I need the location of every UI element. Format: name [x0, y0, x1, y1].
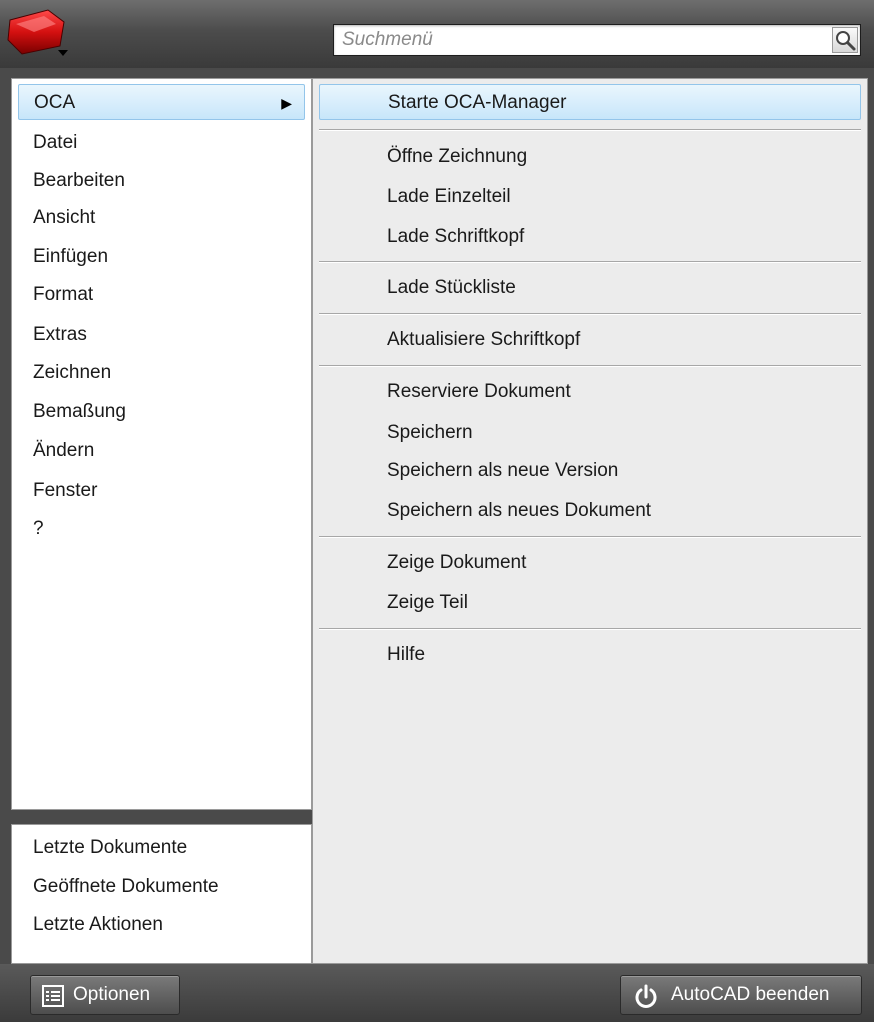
search-field: [333, 24, 861, 56]
menu-item-extras[interactable]: Extras: [18, 317, 305, 353]
autocad-app-icon: [7, 9, 68, 56]
menu-item-label: Letzte Aktionen: [33, 914, 163, 935]
submenu-item-label: Speichern als neues Dokument: [387, 500, 652, 521]
submenu-item-update-titleblock[interactable]: Aktualisiere Schriftkopf: [319, 322, 861, 358]
menu-item-label: OCA: [34, 92, 76, 113]
options-list-icon: [41, 984, 65, 1022]
main-menu-panel: OCA ▶ Datei Bearbeiten Ansicht Einfügen …: [11, 78, 312, 810]
submenu-item-label: Starte OCA-Manager: [388, 92, 567, 113]
submenu-item-load-part[interactable]: Lade Einzelteil: [319, 179, 861, 215]
menu-separator: [319, 536, 861, 538]
menu-item-bearbeiten[interactable]: Bearbeiten: [18, 163, 305, 199]
application-menu: OCA ▶ Datei Bearbeiten Ansicht Einfügen …: [0, 0, 874, 1022]
app-menu-button[interactable]: [4, 6, 74, 58]
menu-header: [0, 0, 874, 68]
menu-item-label: Bemaßung: [33, 401, 126, 422]
menu-separator: [319, 313, 861, 315]
submenu-item-label: Lade Stückliste: [387, 277, 516, 298]
oca-submenu-panel: Starte OCA-Manager Öffne Zeichnung Lade …: [312, 78, 868, 964]
menu-item-help[interactable]: ?: [18, 511, 305, 547]
menu-item-label: Zeichnen: [33, 362, 112, 383]
options-button-label: Optionen: [73, 984, 151, 1005]
menu-item-label: Extras: [33, 324, 87, 345]
menu-separator: [319, 628, 861, 630]
submenu-item-label: Öffne Zeichnung: [387, 146, 528, 167]
menu-item-einfuegen[interactable]: Einfügen: [18, 239, 305, 275]
submenu-item-open-drawing[interactable]: Öffne Zeichnung: [319, 139, 861, 175]
menu-item-label: Letzte Dokumente: [33, 837, 188, 858]
submenu-item-label: Speichern: [387, 422, 473, 443]
menu-separator: [319, 129, 861, 131]
menu-item-ansicht[interactable]: Ansicht: [18, 200, 305, 236]
submenu-item-help[interactable]: Hilfe: [319, 637, 861, 673]
menu-footer: Optionen AutoCAD beenden: [0, 964, 874, 1022]
submenu-item-save-new-document[interactable]: Speichern als neues Dokument: [319, 493, 861, 529]
menu-item-label: Bearbeiten: [33, 170, 125, 191]
magnifier-icon: [836, 31, 856, 51]
exit-autocad-button[interactable]: AutoCAD beenden: [620, 975, 862, 1015]
submenu-arrow-icon: ▶: [281, 95, 292, 111]
menu-item-label: Ändern: [33, 440, 95, 461]
menu-item-oca[interactable]: OCA ▶: [18, 84, 305, 120]
menu-item-fenster[interactable]: Fenster: [18, 473, 305, 509]
recent-menu-panel: Letzte Dokumente Geöffnete Dokumente Let…: [11, 824, 312, 964]
menu-item-recent-documents[interactable]: Letzte Dokumente: [18, 830, 305, 866]
menu-item-label: Geöffnete Dokumente: [33, 876, 219, 897]
menu-separator: [319, 261, 861, 263]
submenu-item-label: Reserviere Dokument: [387, 381, 571, 402]
submenu-item-load-bom[interactable]: Lade Stückliste: [319, 270, 861, 306]
submenu-item-label: Lade Schriftkopf: [387, 226, 525, 247]
menu-item-label: ?: [33, 518, 44, 539]
submenu-item-label: Zeige Dokument: [387, 552, 527, 573]
search-input[interactable]: [334, 25, 824, 55]
menu-item-label: Fenster: [33, 480, 98, 501]
submenu-item-label: Aktualisiere Schriftkopf: [387, 329, 581, 350]
submenu-item-label: Hilfe: [387, 644, 426, 665]
menu-item-aendern[interactable]: Ändern: [18, 433, 305, 469]
menu-item-label: Datei: [33, 132, 78, 153]
menu-separator: [319, 365, 861, 367]
submenu-item-reserve-document[interactable]: Reserviere Dokument: [319, 374, 861, 410]
menu-item-label: Einfügen: [33, 246, 109, 267]
menu-item-label: Format: [33, 284, 94, 305]
submenu-item-save[interactable]: Speichern: [319, 415, 861, 451]
submenu-item-save-new-version[interactable]: Speichern als neue Version: [319, 453, 861, 489]
menu-item-open-documents[interactable]: Geöffnete Dokumente: [18, 869, 305, 905]
menu-item-format[interactable]: Format: [18, 277, 305, 313]
power-icon: [633, 984, 659, 1024]
menu-item-datei[interactable]: Datei: [18, 125, 305, 161]
search-button[interactable]: [832, 27, 858, 53]
menu-item-label: Ansicht: [33, 207, 96, 228]
submenu-item-label: Lade Einzelteil: [387, 186, 511, 207]
submenu-item-start-oca-manager[interactable]: Starte OCA-Manager: [319, 84, 861, 120]
options-button[interactable]: Optionen: [30, 975, 180, 1015]
exit-button-label: AutoCAD beenden: [671, 984, 830, 1005]
submenu-item-label: Speichern als neue Version: [387, 460, 619, 481]
submenu-item-show-part[interactable]: Zeige Teil: [319, 585, 861, 621]
submenu-item-label: Zeige Teil: [387, 592, 468, 613]
menu-item-bemassung[interactable]: Bemaßung: [18, 394, 305, 430]
menu-item-zeichnen[interactable]: Zeichnen: [18, 355, 305, 391]
menu-item-recent-actions[interactable]: Letzte Aktionen: [18, 907, 305, 943]
submenu-item-load-titleblock[interactable]: Lade Schriftkopf: [319, 219, 861, 255]
submenu-item-show-document[interactable]: Zeige Dokument: [319, 545, 861, 581]
